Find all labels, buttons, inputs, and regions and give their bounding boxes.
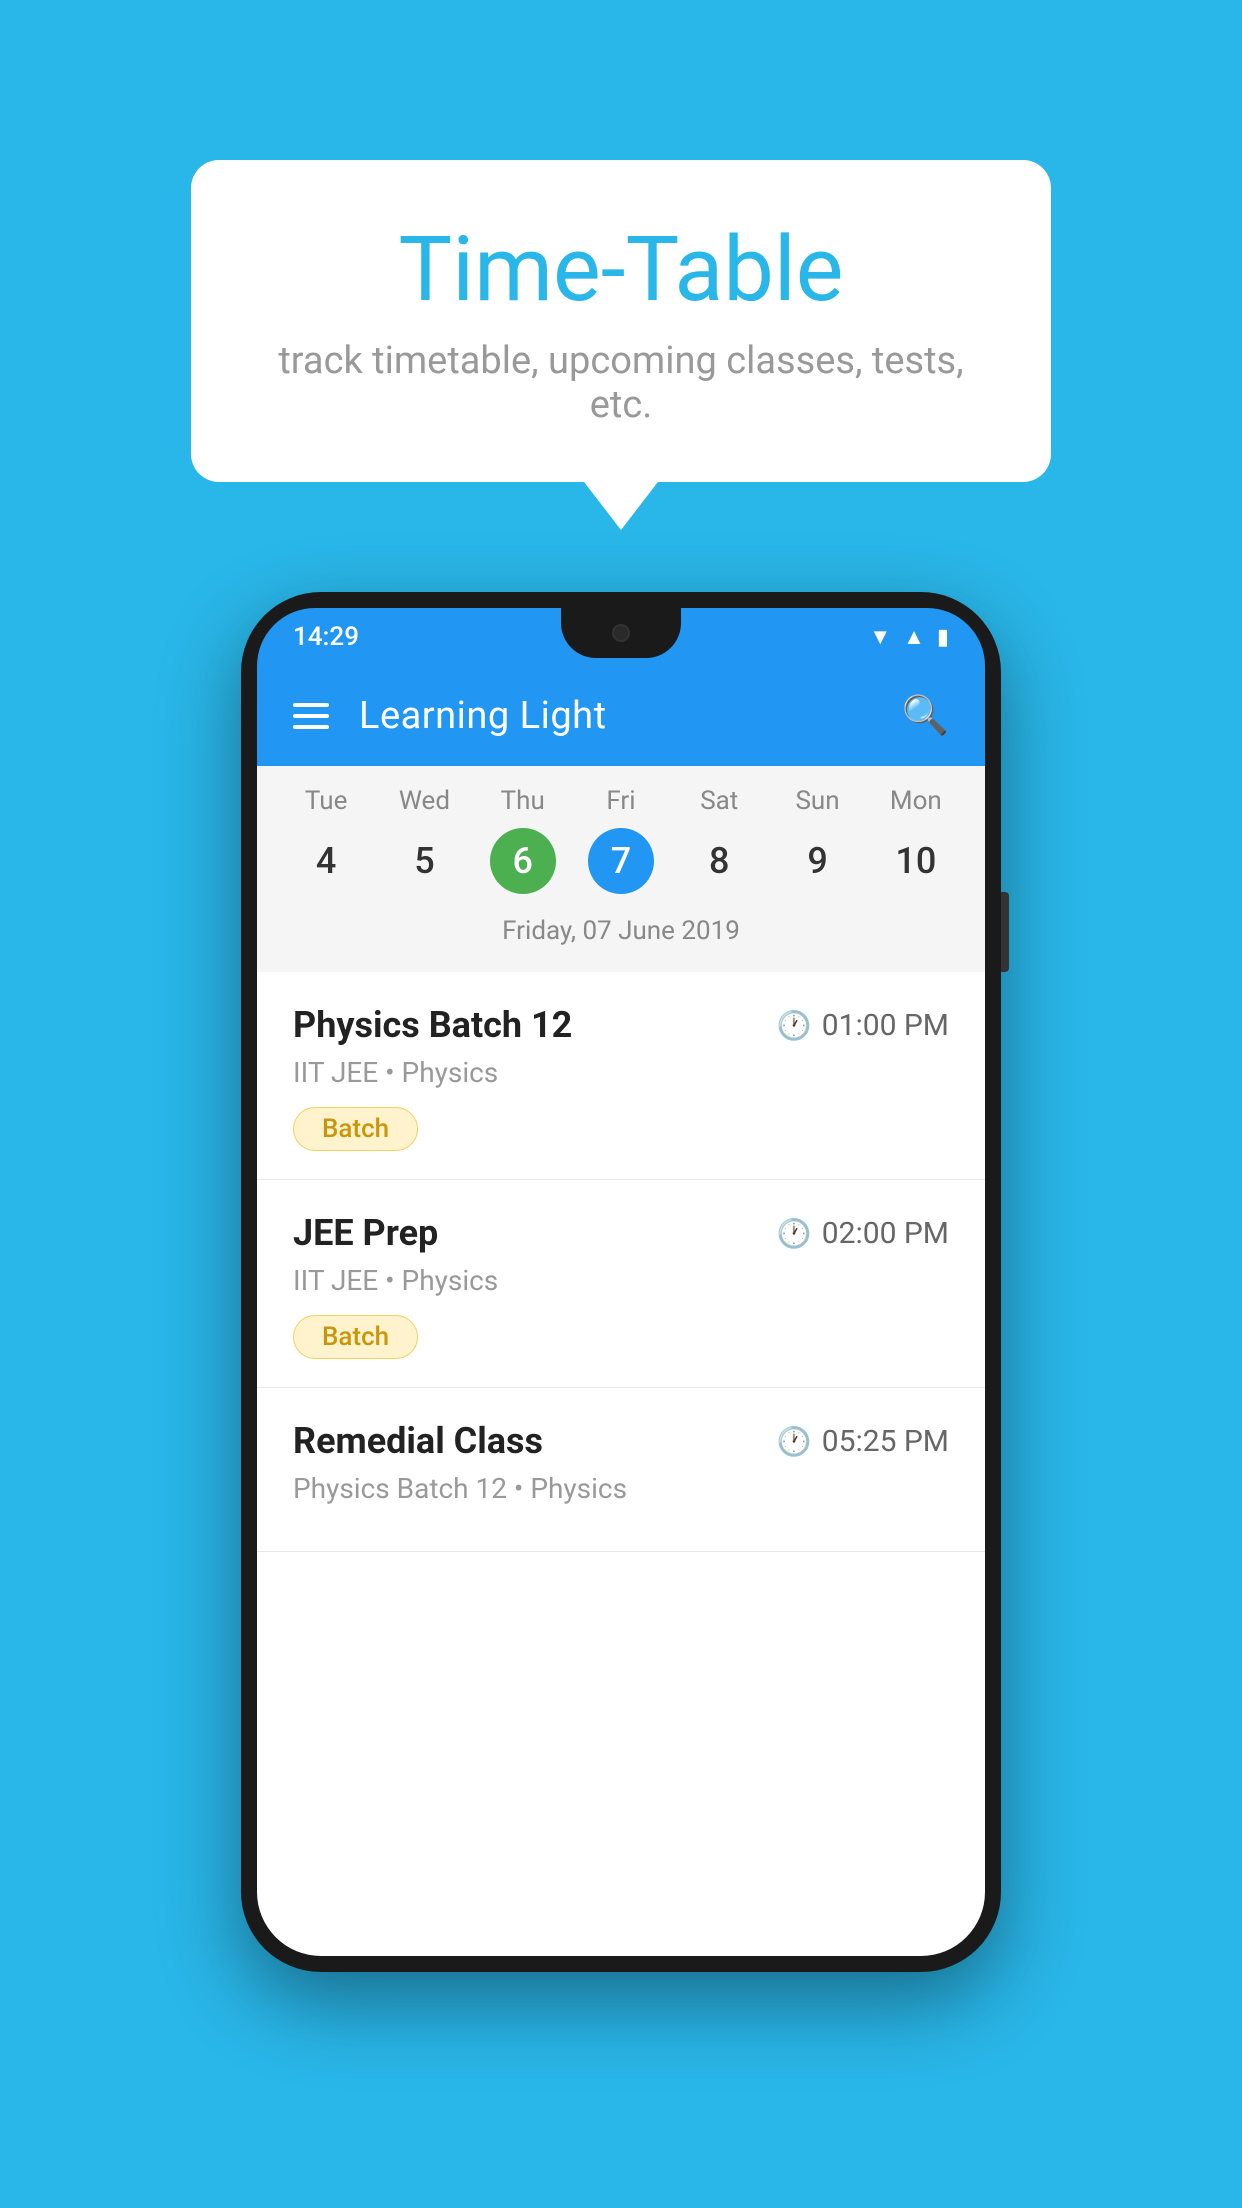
schedule-list: Physics Batch 12 🕐 01:00 PM IIT JEE • Physi… (257, 972, 985, 1552)
speech-bubble-container: Time-Table track timetable, upcoming cla… (191, 160, 1051, 482)
search-icon[interactable]: 🔍 (902, 694, 949, 738)
status-bar: 14:29 ▼ ▲ ▮ (257, 608, 985, 666)
item-time: 🕐 02:00 PM (777, 1216, 949, 1251)
clock-icon: 🕐 (777, 1425, 812, 1458)
day-name: Sat (700, 786, 738, 816)
day-number[interactable]: 6 (490, 828, 556, 894)
day-col-wed[interactable]: Wed 5 (376, 786, 472, 894)
schedule-item[interactable]: Physics Batch 12 🕐 01:00 PM IIT JEE • Physi… (257, 972, 985, 1180)
day-col-mon[interactable]: Mon 10 (868, 786, 964, 894)
schedule-item[interactable]: JEE Prep 🕐 02:00 PM IIT JEE • Physics Batch (257, 1180, 985, 1388)
day-name: Wed (399, 786, 450, 816)
day-number[interactable]: 5 (391, 828, 457, 894)
day-number[interactable]: 10 (883, 828, 949, 894)
phone-notch (561, 608, 681, 658)
item-subtitle: IIT JEE • Physics (293, 1264, 949, 1297)
item-subtitle: Physics Batch 12 • Physics (293, 1472, 949, 1505)
calendar-strip: Tue 4 Wed 5 Thu 6 Fri 7 Sat 8 Sun 9 Mon 10 Friday, 07… (257, 766, 985, 972)
day-name: Mon (890, 786, 942, 816)
bubble-title: Time-Table (271, 220, 971, 319)
day-col-sat[interactable]: Sat 8 (671, 786, 767, 894)
status-time: 14:29 (293, 622, 359, 652)
day-name: Sun (795, 786, 839, 816)
app-title: Learning Light (359, 694, 872, 738)
app-bar: Learning Light 🔍 (257, 666, 985, 766)
item-title: JEE Prep (293, 1212, 438, 1254)
batch-tag: Batch (293, 1315, 418, 1359)
schedule-item[interactable]: Remedial Class 🕐 05:25 PM Physics Batch 12 … (257, 1388, 985, 1552)
time-text: 01:00 PM (822, 1008, 949, 1043)
day-number[interactable]: 9 (785, 828, 851, 894)
speech-bubble: Time-Table track timetable, upcoming cla… (191, 160, 1051, 482)
item-time: 🕐 01:00 PM (777, 1008, 949, 1043)
time-text: 05:25 PM (822, 1424, 949, 1459)
wifi-icon: ▼ (869, 624, 891, 650)
phone-wrapper: 14:29 ▼ ▲ ▮ Learning Light 🔍 (241, 592, 1001, 1972)
item-subtitle: IIT JEE • Physics (293, 1056, 949, 1089)
days-row: Tue 4 Wed 5 Thu 6 Fri 7 Sat 8 Sun 9 Mon 10 (257, 786, 985, 894)
day-col-tue[interactable]: Tue 4 (278, 786, 374, 894)
bubble-subtitle: track timetable, upcoming classes, tests… (271, 339, 971, 427)
day-number[interactable]: 7 (588, 828, 654, 894)
phone-mockup: 14:29 ▼ ▲ ▮ Learning Light 🔍 (241, 592, 1001, 1972)
signal-icon: ▲ (903, 624, 925, 650)
day-name: Thu (501, 786, 545, 816)
time-text: 02:00 PM (822, 1216, 949, 1251)
clock-icon: 🕐 (777, 1217, 812, 1250)
day-col-sun[interactable]: Sun 9 (770, 786, 866, 894)
item-title: Remedial Class (293, 1420, 543, 1462)
item-time: 🕐 05:25 PM (777, 1424, 949, 1459)
selected-date-label: Friday, 07 June 2019 (257, 904, 985, 962)
batch-tag: Batch (293, 1107, 418, 1151)
day-name: Fri (606, 786, 635, 816)
camera-icon (612, 624, 630, 642)
day-col-fri[interactable]: Fri 7 (573, 786, 669, 894)
day-col-thu[interactable]: Thu 6 (475, 786, 571, 894)
day-name: Tue (305, 786, 347, 816)
phone-screen: Learning Light 🔍 Tue 4 Wed 5 Thu 6 Fri 7 Sat 8 Sun… (257, 666, 985, 1956)
hamburger-menu-icon[interactable] (293, 703, 329, 729)
day-number[interactable]: 4 (293, 828, 359, 894)
clock-icon: 🕐 (777, 1009, 812, 1042)
status-icons: ▼ ▲ ▮ (869, 624, 949, 650)
battery-icon: ▮ (937, 625, 949, 650)
item-title: Physics Batch 12 (293, 1004, 572, 1046)
side-button (1001, 892, 1009, 972)
day-number[interactable]: 8 (686, 828, 752, 894)
